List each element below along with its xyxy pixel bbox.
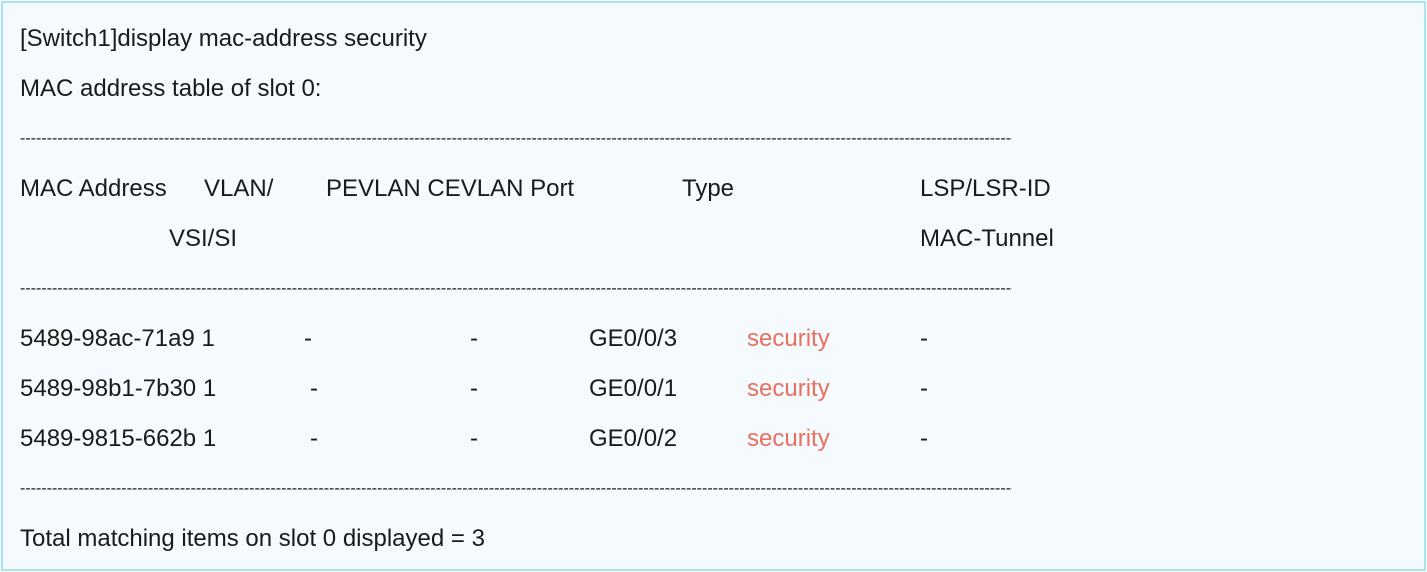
terminal-output-panel: [Switch1]display mac-address security MA…: [1, 1, 1426, 571]
separator-line-middle: ----------------------------------------…: [20, 280, 1012, 297]
row-pevlan: -: [304, 325, 312, 352]
separator-line-top: ----------------------------------------…: [20, 130, 1012, 147]
row-type-security: security: [747, 425, 830, 452]
row-cevlan: -: [470, 375, 478, 402]
row-mac-vlan: 5489-98b1-7b30 1: [20, 375, 217, 402]
row-lsp: -: [920, 375, 928, 402]
row-port: GE0/0/1: [589, 375, 678, 402]
header-mac-address: MAC Address: [20, 175, 167, 202]
header-type: Type: [682, 175, 735, 202]
row-cevlan: -: [470, 325, 478, 352]
header-pevlan-cevlan-port: PEVLAN CEVLAN Port: [326, 175, 575, 202]
header-vlan: VLAN/: [204, 175, 274, 202]
row-pevlan: -: [310, 375, 318, 402]
row-type-security: security: [747, 375, 830, 402]
row-cevlan: -: [470, 425, 478, 452]
command-line: [Switch1]display mac-address security: [20, 25, 427, 52]
row-lsp: -: [920, 425, 928, 452]
row-pevlan: -: [310, 425, 318, 452]
header-lsp-lsr-id: LSP/LSR-ID: [920, 175, 1051, 202]
row-lsp: -: [920, 325, 928, 352]
row-type-security: security: [747, 325, 830, 352]
row-mac-vlan: 5489-9815-662b 1: [20, 425, 217, 452]
row-mac-vlan: 5489-98ac-71a9 1: [20, 325, 215, 352]
header-vsi-si: VSI/SI: [169, 225, 238, 252]
row-port: GE0/0/3: [589, 325, 678, 352]
header-mac-tunnel: MAC-Tunnel: [920, 225, 1054, 252]
separator-line-bottom: ----------------------------------------…: [20, 480, 1012, 497]
total-summary: Total matching items on slot 0 displayed…: [20, 525, 485, 552]
slot-heading: MAC address table of slot 0:: [20, 75, 322, 102]
row-port: GE0/0/2: [589, 425, 678, 452]
